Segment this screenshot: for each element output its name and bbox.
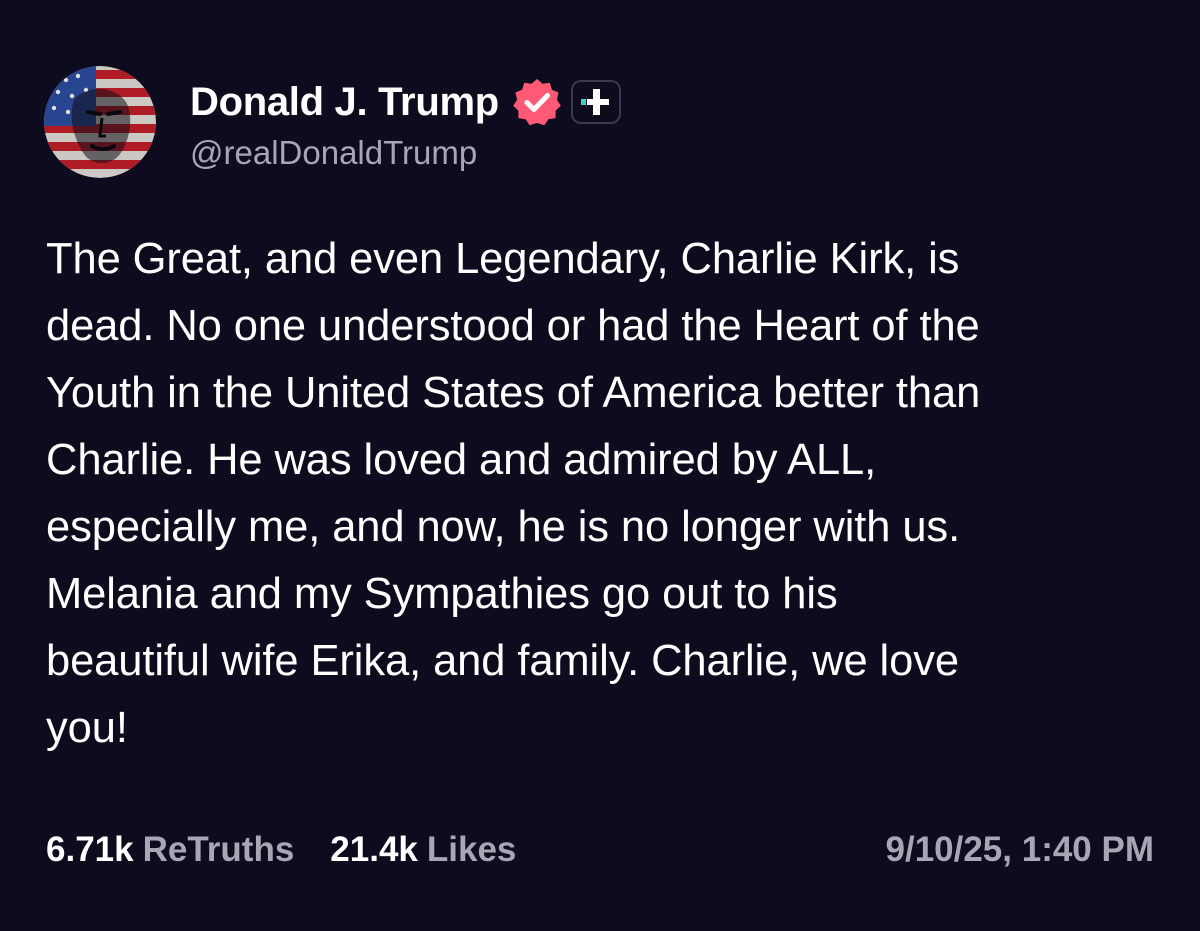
author-display-name[interactable]: Donald J. Trump <box>190 80 499 125</box>
author-name-row: Donald J. Trump <box>190 74 621 130</box>
author-handle[interactable]: @realDonaldTrump <box>190 134 621 172</box>
avatar-image <box>44 66 156 178</box>
post-body-line: Youth in the United States of America be… <box>46 369 981 417</box>
post-body-line: Melania and my Sympathies go out to his <box>46 570 838 618</box>
post-header: Donald J. Trump @realDonaldTrump <box>44 66 621 178</box>
likes-label: Likes <box>426 830 517 869</box>
post-timestamp[interactable]: 9/10/25, 1:40 PM <box>886 830 1155 870</box>
avatar[interactable] <box>44 66 156 178</box>
post-footer: 6.71k ReTruths 21.4k Likes 9/10/25, 1:40… <box>46 826 1154 874</box>
retruths-count: 6.71k <box>46 830 134 869</box>
post-body-line: The Great, and even Legendary, Charlie K… <box>46 235 960 283</box>
verified-check-icon <box>511 76 563 128</box>
post-card: Donald J. Trump @realDonaldTrump The Gre… <box>0 0 1200 931</box>
likes-stat[interactable]: 21.4k Likes <box>330 830 516 870</box>
post-body-line: especially me, and now, he is no longer … <box>46 503 961 551</box>
post-body-line: beautiful wife Erika, and family. Charli… <box>46 637 959 685</box>
post-body-line: Charlie. He was loved and admired by ALL… <box>46 436 877 484</box>
likes-count: 21.4k <box>330 830 418 869</box>
post-body-line: you! <box>46 704 128 752</box>
plus-icon <box>580 89 609 115</box>
author-identity: Donald J. Trump @realDonaldTrump <box>190 74 621 172</box>
retruths-label: ReTruths <box>142 830 295 869</box>
truth-plus-badge[interactable] <box>570 80 621 124</box>
retruths-stat[interactable]: 6.71k ReTruths <box>46 830 294 870</box>
post-body: The Great, and even Legendary, Charlie K… <box>46 226 1166 762</box>
post-body-line: dead. No one understood or had the Heart… <box>46 302 980 350</box>
